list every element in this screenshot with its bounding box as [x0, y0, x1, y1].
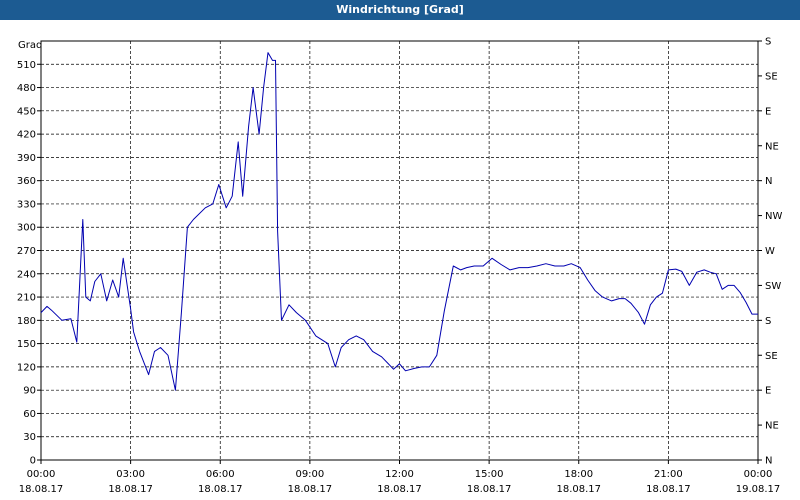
y2-tick-label: SE [765, 351, 778, 362]
y-tick-label: 30 [23, 432, 36, 443]
x-tick-time-label: 06:00 [206, 469, 235, 480]
x-tick-time-label: 00:00 [744, 469, 773, 480]
y-tick-label: 180 [17, 316, 36, 327]
x-tick-time-label: 12:00 [385, 469, 414, 480]
y-tick-label: 90 [23, 386, 36, 397]
y-tick-label: 210 [17, 293, 36, 304]
x-tick-time-label: 15:00 [475, 469, 504, 480]
x-tick-date-label: 18.08.17 [288, 484, 333, 495]
y2-tick-label: W [765, 246, 775, 257]
x-tick-time-label: 09:00 [295, 469, 324, 480]
y2-tick-label: NE [765, 141, 779, 152]
y-tick-label: 60 [23, 409, 36, 420]
x-tick-date-label: 18.08.17 [198, 484, 243, 495]
y2-tick-label: E [765, 386, 771, 397]
x-tick-time-label: 00:00 [27, 469, 56, 480]
y2-tick-label: E [765, 106, 771, 117]
y-tick-label: 270 [17, 246, 36, 257]
line-chart: 0 30 60 90 120 150 180 210 240 270 300 330 360 390 420… [17, 37, 783, 496]
y-tick-label: 120 [17, 362, 36, 373]
y-tick-label: 510 [17, 60, 36, 71]
y2-tick-label: N [765, 176, 772, 187]
x-tick-date-label: 18.08.17 [646, 484, 691, 495]
y2-tick-label: SW [765, 281, 781, 292]
y-tick-label: 360 [17, 176, 36, 187]
y-tick-label: 0 [30, 456, 36, 467]
y-tick-label: 420 [17, 130, 36, 141]
x-tick-date-label: 18.08.17 [19, 484, 64, 495]
y-tick-label: 300 [17, 223, 36, 234]
y2-tick-label: SE [765, 71, 778, 82]
x-tick-time-label: 18:00 [564, 469, 593, 480]
y-tick-label: 390 [17, 153, 36, 164]
y-tick-label: 480 [17, 83, 36, 94]
y-tick-label: 330 [17, 199, 36, 210]
x-tick-date-label: 18.08.17 [108, 484, 153, 495]
x-tick-date-label: 19.08.17 [736, 484, 781, 495]
y2-tick-label: N [765, 456, 772, 467]
x-tick-time-label: 03:00 [116, 469, 145, 480]
x-tick-time-label: 21:00 [654, 469, 683, 480]
y-tick-label: 150 [17, 339, 36, 350]
chart-window: Windrichtung [Grad] 0 30 60 90 120 150 180 210 2… [0, 0, 800, 500]
y2-tick-label: S [765, 316, 771, 327]
x-tick-date-label: 18.08.17 [467, 484, 512, 495]
y2-tick-label: NE [765, 421, 779, 432]
y-tick-label: 450 [17, 106, 36, 117]
y-axis-label: Grad [18, 40, 42, 51]
y-tick-label: 240 [17, 269, 36, 280]
x-tick-date-label: 18.08.17 [377, 484, 422, 495]
x-tick-date-label: 18.08.17 [556, 484, 601, 495]
y2-tick-label: NW [765, 211, 782, 222]
y2-tick-label: S [765, 37, 771, 48]
